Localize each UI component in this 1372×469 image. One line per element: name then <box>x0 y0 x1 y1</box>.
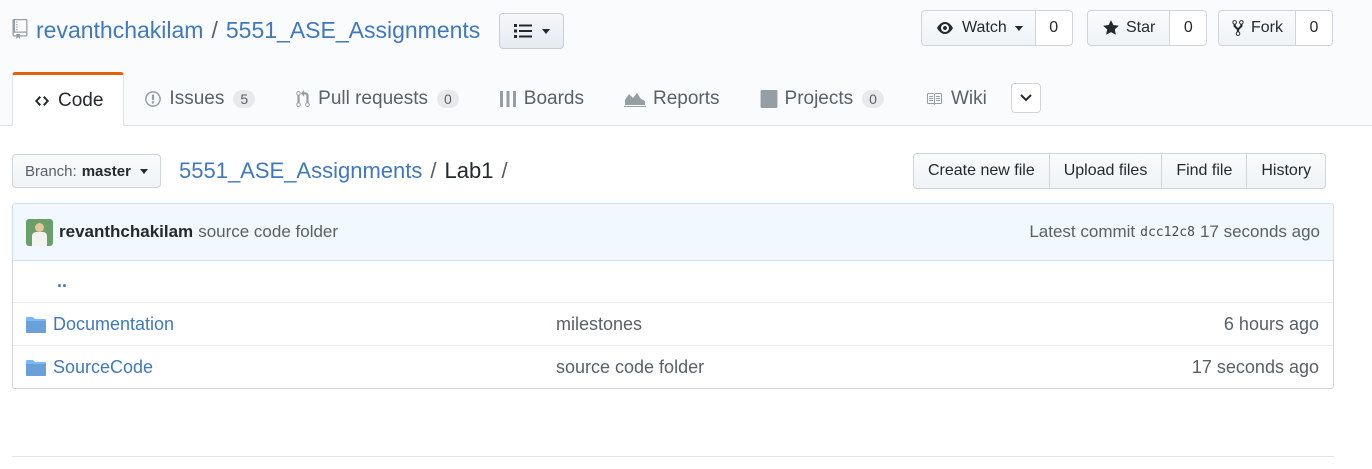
footer-divider <box>12 456 1334 457</box>
parent-directory-link[interactable]: .. <box>13 271 67 292</box>
create-new-file-button[interactable]: Create new file <box>913 153 1050 189</box>
find-file-button[interactable]: Find file <box>1161 153 1248 189</box>
pull-request-icon <box>296 90 310 107</box>
tab-reports-label: Reports <box>652 88 720 109</box>
watch-button[interactable]: Watch <box>921 10 1036 46</box>
issues-counter: 5 <box>233 90 256 108</box>
fork-label: Fork <box>1251 19 1283 36</box>
commit-meta: Latest commit dcc12c8 17 seconds ago <box>1029 222 1320 242</box>
breadcrumb: 5551_ASE_Assignments / Lab1 / <box>179 157 516 185</box>
book-icon <box>926 93 942 105</box>
list-icon <box>513 24 532 38</box>
file-name-link[interactable]: Documentation <box>53 314 556 335</box>
star-count[interactable]: 0 <box>1170 10 1208 46</box>
breadcrumb-separator: / <box>430 158 437 183</box>
star-icon <box>1103 20 1119 35</box>
table-row: SourceCode source code folder 17 seconds… <box>13 345 1333 388</box>
tab-pull-requests[interactable]: Pull requests 0 <box>275 72 479 126</box>
table-row: Documentation milestones 6 hours ago <box>13 302 1333 345</box>
repo-owner-link[interactable]: revanthchakilam <box>36 17 203 44</box>
latest-commit-bar: revanthchakilam source code folder Lates… <box>12 203 1334 261</box>
tab-projects-label: Projects <box>784 88 854 109</box>
project-icon <box>760 90 777 108</box>
tab-issues-label: Issues <box>169 88 225 109</box>
star-label: Star <box>1126 19 1156 36</box>
fork-button[interactable]: Fork <box>1218 10 1296 46</box>
breadcrumb-current: Lab1 <box>444 158 494 183</box>
file-list: .. Documentation milestones 6 hours ago … <box>12 260 1334 389</box>
fork-icon <box>1232 20 1244 36</box>
file-navigation: Create new file Upload files Find file H… <box>913 153 1327 189</box>
commit-sha-link[interactable]: dcc12c8 <box>1140 225 1195 240</box>
avatar[interactable] <box>26 218 53 246</box>
folder-icon <box>13 316 53 333</box>
breadcrumb-separator: / <box>501 158 508 183</box>
watch-count[interactable]: 0 <box>1035 10 1073 46</box>
tab-issues[interactable]: Issues 5 <box>124 72 275 126</box>
projects-counter: 0 <box>862 90 884 108</box>
breadcrumb-root-link[interactable]: 5551_ASE_Assignments <box>179 158 422 184</box>
graph-icon <box>623 93 646 107</box>
issue-icon <box>145 91 162 107</box>
tab-boards[interactable]: Boards <box>479 72 604 126</box>
latest-commit-label: Latest commit <box>1029 222 1136 241</box>
file-age: 6 hours ago <box>1223 313 1319 334</box>
star-button[interactable]: Star <box>1087 10 1171 46</box>
watch-label: Watch <box>962 19 1007 36</box>
file-name-link[interactable]: SourceCode <box>53 357 556 378</box>
chevron-down-icon <box>1020 94 1032 102</box>
boards-icon <box>499 91 516 107</box>
file-age: 17 seconds ago <box>1191 356 1319 377</box>
repo-icon <box>12 19 30 41</box>
tab-code-label: Code <box>58 89 104 111</box>
commit-age: 17 seconds ago <box>1199 222 1320 241</box>
parent-directory-row: .. <box>13 260 1333 302</box>
repo-title: revanthchakilam / 5551_ASE_Assignments <box>12 14 480 46</box>
pull-requests-counter: 0 <box>436 90 459 108</box>
chevron-down-icon <box>1014 25 1023 31</box>
history-button[interactable]: History <box>1246 153 1327 189</box>
star-group: Star 0 <box>1087 10 1208 46</box>
repo-name-link[interactable]: 5551_ASE_Assignments <box>226 17 480 44</box>
tab-boards-label: Boards <box>523 88 584 109</box>
tab-reports[interactable]: Reports <box>604 72 740 126</box>
commit-author-link[interactable]: revanthchakilam <box>59 222 193 242</box>
repo-header: revanthchakilam / 5551_ASE_Assignments W… <box>0 0 1372 127</box>
fork-group: Fork 0 <box>1218 10 1333 46</box>
folder-icon <box>13 359 53 376</box>
chevron-down-icon <box>139 168 148 174</box>
eye-icon <box>937 22 953 34</box>
tab-wiki-label: Wiki <box>950 88 987 109</box>
repo-title-separator: / <box>211 16 218 43</box>
upload-files-button[interactable]: Upload files <box>1048 153 1163 189</box>
branch-label: Branch: <box>25 162 77 180</box>
list-menu-button[interactable] <box>499 13 564 49</box>
tab-wiki[interactable]: Wiki <box>904 72 1007 126</box>
branch-select-button[interactable]: Branch: master <box>12 154 161 188</box>
code-icon <box>35 95 49 106</box>
file-commit-message-link[interactable]: source code folder <box>556 357 1192 378</box>
chevron-down-icon <box>541 28 550 34</box>
more-tabs-button[interactable] <box>1011 83 1041 113</box>
fork-count[interactable]: 0 <box>1296 10 1333 46</box>
commit-message-link[interactable]: source code folder <box>198 222 338 242</box>
file-commit-message-link[interactable]: milestones <box>556 314 1224 335</box>
tab-pull-requests-label: Pull requests <box>318 88 428 109</box>
watch-group: Watch 0 <box>921 10 1073 46</box>
tab-projects[interactable]: Projects 0 <box>740 72 904 126</box>
tab-code[interactable]: Code <box>12 72 125 127</box>
repo-nav-tabs: Code Issues 5 Pull requests 0 Boards Rep… <box>12 72 1007 127</box>
branch-value: master <box>81 162 131 180</box>
